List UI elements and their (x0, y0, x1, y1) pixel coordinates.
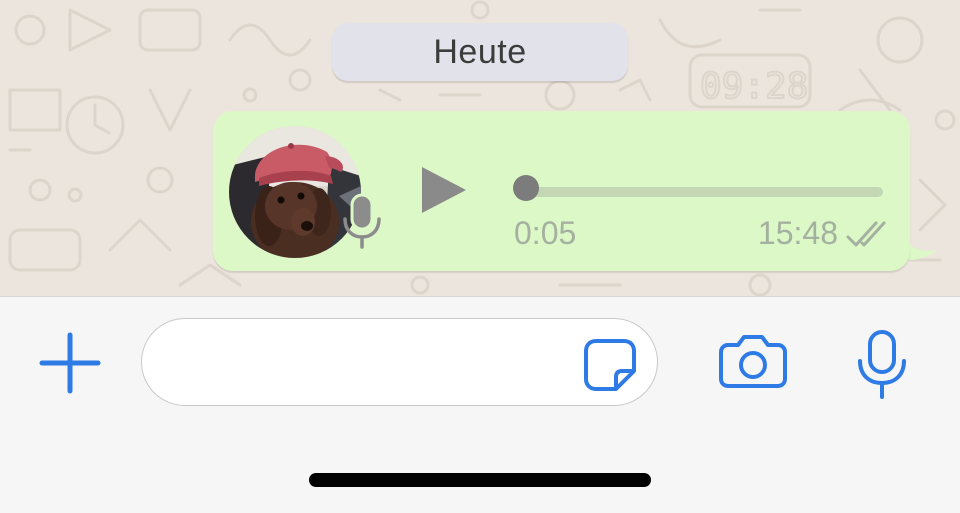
message-input[interactable] (172, 333, 576, 393)
microphone-icon (343, 193, 381, 249)
chat-area: 09:28 Heute 0:05 15:48 (0, 0, 960, 296)
sticker-icon[interactable] (582, 337, 638, 393)
voice-duration: 0:05 (514, 215, 577, 251)
message-input-bar (0, 296, 960, 513)
double-check-icon (846, 221, 886, 246)
home-indicator[interactable] (309, 473, 651, 487)
message-time: 15:48 (757, 215, 838, 251)
voice-message-bubble[interactable]: 0:05 15:48 (213, 111, 910, 271)
camera-icon[interactable] (718, 333, 788, 389)
date-separator: Heute (332, 23, 628, 81)
svg-text:09:28: 09:28 (700, 66, 808, 107)
play-icon (422, 167, 466, 213)
audio-scrubber-handle[interactable] (513, 175, 539, 201)
plus-icon[interactable] (38, 331, 102, 395)
play-button[interactable] (418, 164, 470, 216)
message-input-field[interactable] (141, 318, 658, 406)
message-meta: 15:48 (758, 215, 892, 252)
microphone-icon[interactable] (855, 329, 909, 401)
audio-progress-track[interactable] (517, 187, 883, 197)
